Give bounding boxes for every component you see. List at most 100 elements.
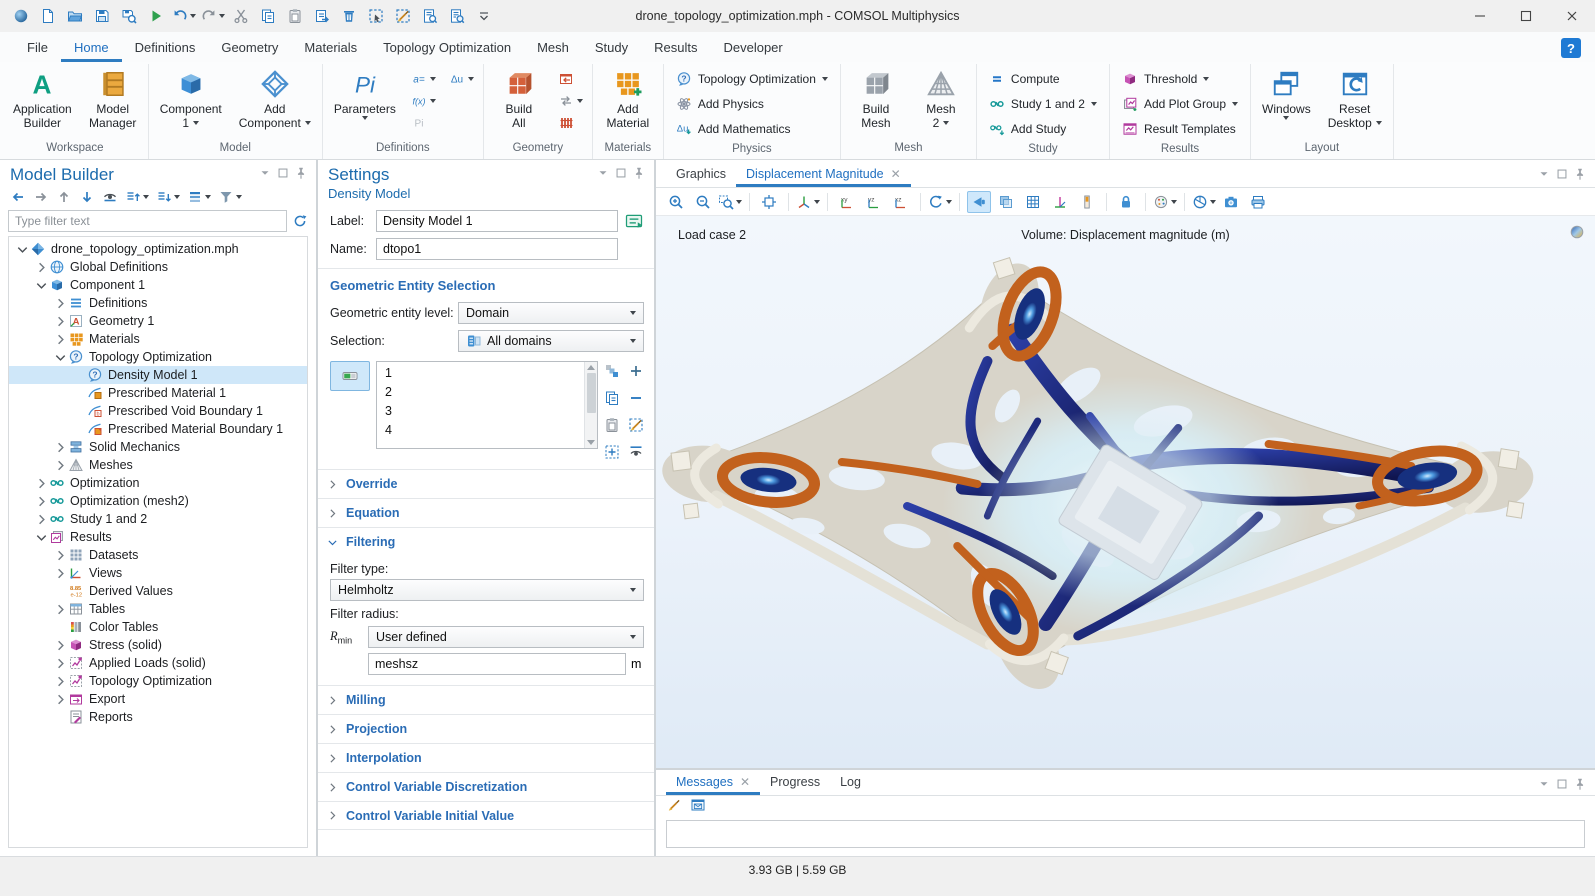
panel-float-button[interactable] [1555, 167, 1569, 186]
cut-button[interactable] [228, 3, 254, 29]
filter-type-select[interactable]: Helmholtz [330, 579, 644, 601]
transparency-button[interactable] [994, 191, 1018, 213]
move-down-button[interactable] [79, 189, 95, 205]
model-manager-button[interactable]: ModelManager [85, 66, 141, 130]
paste-button[interactable] [282, 3, 308, 29]
add-component-button[interactable]: AddComponent [235, 66, 315, 130]
panel-menu-button[interactable] [1537, 167, 1551, 186]
messages-tab-log[interactable]: Log [830, 770, 871, 795]
run-model-button[interactable] [143, 3, 169, 29]
tree-item-optimization-mesh2[interactable]: Optimization (mesh2) [9, 492, 307, 510]
undo-button[interactable] [170, 3, 198, 29]
panel-float-button[interactable] [276, 166, 290, 185]
result-templates-button[interactable]: Result Templates [1117, 116, 1243, 141]
rmin-mode-select[interactable]: User defined [368, 626, 644, 648]
search-doc-button[interactable] [444, 3, 470, 29]
graphics-tab-graphics[interactable]: Graphics [666, 162, 736, 187]
var-a-button[interactable]: a= [409, 70, 438, 88]
view-yz-button[interactable]: yz [862, 191, 886, 213]
zoom-box-button[interactable] [718, 191, 742, 213]
panel-pin-button[interactable] [1573, 167, 1587, 186]
tree-item-solid-mechanics[interactable]: Solid Mechanics [9, 438, 307, 456]
tab-study[interactable]: Study [582, 35, 641, 62]
tree-item-component-1[interactable]: Component 1 [9, 276, 307, 294]
selection-list-item[interactable]: 1 [377, 363, 584, 382]
geom-sync-button[interactable] [556, 92, 585, 110]
build-all-button[interactable]: BuildAll [491, 66, 547, 130]
messages-output[interactable] [666, 820, 1585, 848]
section-equation[interactable]: Equation [318, 498, 654, 527]
entity-level-select[interactable]: Domain [458, 302, 644, 324]
tree-closed-arrow-icon[interactable] [53, 440, 68, 454]
reset-desktop-button[interactable]: ResetDesktop [1324, 66, 1386, 130]
scroll-up-arrow[interactable] [587, 365, 595, 370]
plot-update-button[interactable] [1192, 191, 1216, 213]
section-filtering[interactable]: Filtering [318, 527, 654, 556]
add-to-selection-button[interactable] [628, 363, 644, 384]
section-control-variable-initial-value[interactable]: Control Variable Initial Value [318, 801, 654, 830]
tree-item-density-model-1[interactable]: ?Density Model 1 [9, 366, 307, 384]
scroll-down-arrow[interactable] [587, 440, 595, 445]
tab-mesh[interactable]: Mesh [524, 35, 582, 62]
section-interpolation[interactable]: Interpolation [318, 743, 654, 772]
lock-view-button[interactable] [1114, 191, 1138, 213]
panel-menu-button[interactable] [1537, 777, 1551, 796]
label-input[interactable] [376, 210, 618, 232]
window-close-button[interactable] [1549, 0, 1595, 32]
tree-item-stress-solid[interactable]: Stress (solid) [9, 636, 307, 654]
selection-list-item[interactable]: 4 [377, 420, 584, 439]
tab-geometry[interactable]: Geometry [208, 35, 291, 62]
geom-fence-button[interactable] [556, 114, 585, 132]
active-selection-toggle[interactable] [330, 361, 370, 391]
collapse-one-button[interactable] [156, 189, 180, 205]
selection-list-item[interactable]: 2 [377, 382, 584, 401]
study-1-and-2-button[interactable]: Study 1 and 2 [984, 91, 1102, 116]
window-minimize-button[interactable] [1457, 0, 1503, 32]
tree-item-meshes[interactable]: Meshes [9, 456, 307, 474]
qat-more-button[interactable] [471, 3, 497, 29]
scene-light-button[interactable] [967, 191, 991, 213]
save-search-button[interactable] [116, 3, 142, 29]
tree-item-color-tables[interactable]: Color Tables [9, 618, 307, 636]
application-builder-button[interactable]: AApplicationBuilder [9, 66, 76, 130]
tree-item-derived-values[interactable]: 8.85e-12Derived Values [9, 582, 307, 600]
clear-selection-btn-button[interactable] [628, 417, 644, 438]
tree-closed-arrow-icon[interactable] [34, 494, 49, 508]
tree-item-applied-loads-solid[interactable]: Applied Loads (solid) [9, 654, 307, 672]
func-fx-button[interactable]: f(x) [409, 92, 438, 110]
tree-closed-arrow-icon[interactable] [53, 674, 68, 688]
tree-item-results[interactable]: Results [9, 528, 307, 546]
tree-item-study-1-and-2[interactable]: Study 1 and 2 [9, 510, 307, 528]
zoom-out-button[interactable] [691, 191, 715, 213]
tree-closed-arrow-icon[interactable] [53, 296, 68, 310]
messages-tab-messages[interactable]: Messages✕ [666, 770, 760, 795]
panel-menu-button[interactable] [596, 166, 610, 185]
tab-results[interactable]: Results [641, 35, 710, 62]
tab-materials[interactable]: Materials [291, 35, 370, 62]
windows-button[interactable]: Windows [1258, 66, 1315, 120]
create-selection-button[interactable] [604, 363, 620, 384]
tree-closed-arrow-icon[interactable] [34, 476, 49, 490]
panel-pin-button[interactable] [294, 166, 308, 185]
rotate-view-button[interactable] [928, 191, 952, 213]
tree-item-optimization[interactable]: Optimization [9, 474, 307, 492]
tree-item-prescribed-material-1[interactable]: Prescribed Material 1 [9, 384, 307, 402]
tree-item-geometry-1[interactable]: AGeometry 1 [9, 312, 307, 330]
expand-one-button[interactable] [125, 189, 149, 205]
tree-closed-arrow-icon[interactable] [34, 260, 49, 274]
panel-pin-button[interactable] [1573, 777, 1587, 796]
save-button[interactable] [89, 3, 115, 29]
close-tab-icon[interactable]: ✕ [740, 776, 750, 788]
tab-topology-optimization[interactable]: Topology Optimization [370, 35, 524, 62]
tree-item-prescribed-void-boundary-1[interactable]: bPrescribed Void Boundary 1 [9, 402, 307, 420]
mesh-2-button[interactable]: Mesh2 [913, 66, 969, 130]
selection-list-scrollbar[interactable] [584, 362, 597, 448]
clear-selection-button[interactable] [390, 3, 416, 29]
move-up-button[interactable] [56, 189, 72, 205]
tree-closed-arrow-icon[interactable] [53, 692, 68, 706]
panel-menu-button[interactable] [258, 166, 272, 185]
tree-item-materials[interactable]: Materials [9, 330, 307, 348]
zoom-in-button[interactable] [664, 191, 688, 213]
section-milling[interactable]: Milling [318, 685, 654, 714]
tree-open-arrow-icon[interactable] [53, 350, 68, 364]
